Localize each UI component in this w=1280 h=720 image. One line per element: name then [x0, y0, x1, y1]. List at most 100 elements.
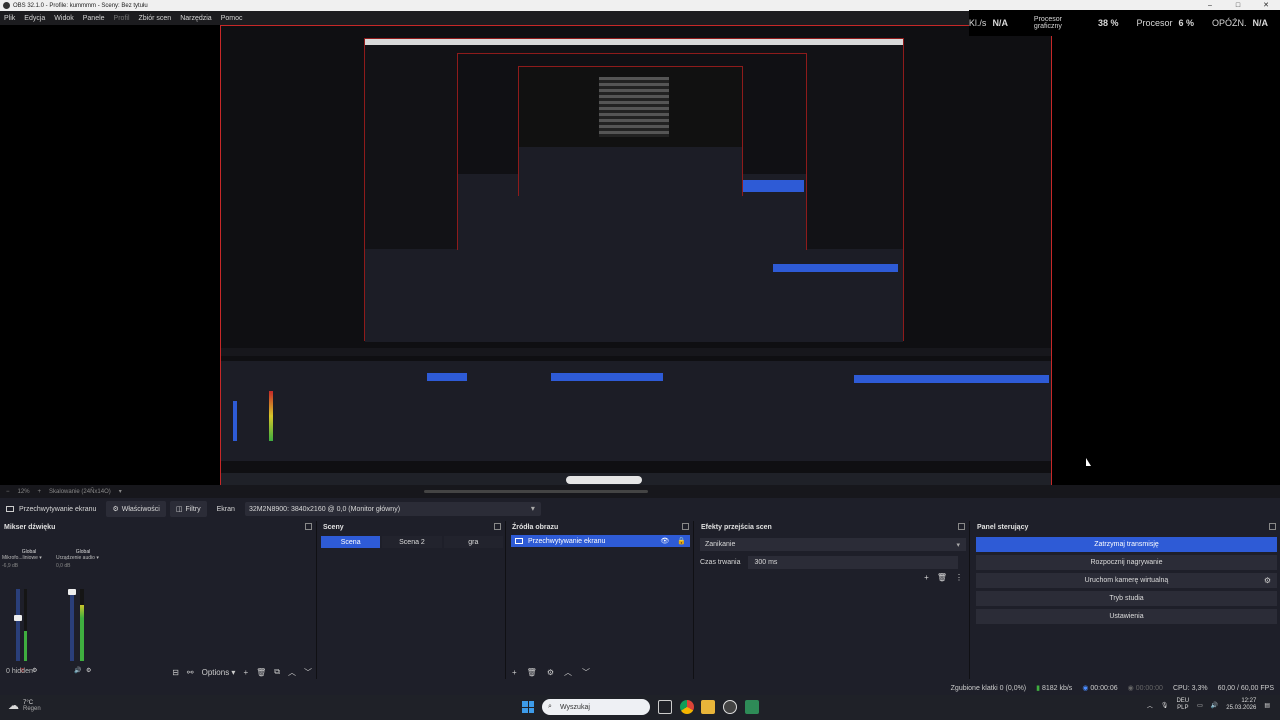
scene-item[interactable]: gra	[443, 536, 503, 548]
search-icon: ⌕	[548, 703, 552, 710]
arrow-down-icon[interactable]: ﹀	[304, 667, 312, 678]
scene-item[interactable]: Scena 2	[382, 536, 442, 548]
preview-scrollbar[interactable]	[424, 490, 648, 493]
arrow-down-icon[interactable]: ﹀	[582, 667, 590, 678]
undock-icon[interactable]	[305, 523, 312, 530]
menu-scene-collection[interactable]: Zbiór scen	[139, 15, 172, 22]
preview-area[interactable]	[0, 25, 1280, 487]
copy-icon[interactable]: ⧉	[274, 667, 280, 677]
add-icon[interactable]: +	[512, 668, 517, 677]
channel-name[interactable]: Urządzenie audio ▾	[56, 555, 110, 561]
transitions-dock: Efekty przejścia scen Zanikanie Czas trw…	[697, 521, 970, 679]
network-icon[interactable]: ▭	[1197, 702, 1203, 709]
record-icon: ◉	[1127, 685, 1134, 692]
settings-button[interactable]: Ustawienia	[976, 609, 1277, 624]
undock-icon[interactable]	[958, 523, 965, 530]
obs-taskbar-icon[interactable]	[723, 700, 737, 714]
clock[interactable]: 12:27 25.03.2026	[1226, 698, 1256, 712]
studio-mode-button[interactable]: Tryb studia	[976, 591, 1277, 606]
slider-knob[interactable]	[14, 615, 22, 621]
app-icon[interactable]	[745, 700, 759, 714]
monitor-select[interactable]: 32M2N8900: 3840x2160 @ 0,0 (Monitor głów…	[244, 502, 541, 516]
source-item[interactable]: Przechwytywanie ekranu 👁 🔒	[511, 535, 690, 547]
filters-button[interactable]: ◫ Filtry	[169, 501, 207, 517]
scene-grid: Scena Scena 2 gra	[319, 535, 505, 549]
gear-icon[interactable]: ⚙	[1264, 576, 1271, 585]
layout-icon[interactable]: ⊟	[172, 668, 179, 677]
options-menu[interactable]: Options ▾	[202, 668, 236, 677]
chrome-icon[interactable]	[680, 700, 694, 714]
zoom-out-icon[interactable]: −	[6, 489, 10, 495]
channel-name[interactable]: Mikrofo...liniowe ▾	[2, 555, 56, 561]
undock-icon[interactable]	[494, 523, 501, 530]
cpu-usage: CPU: 3,3%	[1172, 684, 1208, 692]
scaling-dropdown-icon[interactable]: ▾	[119, 488, 122, 495]
stats-overlay: Kl./s N/A Procesor graficzny 38 % Proces…	[968, 10, 1280, 36]
menu-view[interactable]: Widok	[54, 15, 73, 22]
taskbar-search[interactable]: ⌕ Wyszukaj	[542, 699, 650, 715]
dock-title: Źródła obrazu	[508, 521, 693, 533]
monitor-icon	[6, 506, 14, 512]
gear-icon: ⚙	[112, 506, 119, 513]
dropped-frames: Zgubione klatki 0 (0,0%)	[950, 684, 1027, 692]
slider-knob[interactable]	[68, 589, 76, 595]
task-view-icon[interactable]	[658, 700, 672, 714]
virtual-camera-button[interactable]: Uruchom kamerę wirtualną ⚙	[976, 573, 1277, 588]
gear-icon[interactable]: ⚙	[547, 668, 554, 677]
nested-preview-bar	[221, 348, 1051, 356]
trash-icon[interactable]: 🗑	[937, 573, 947, 582]
stop-stream-button[interactable]: Zatrzymaj transmisję	[976, 537, 1277, 552]
zoom-in-icon[interactable]: +	[38, 489, 42, 495]
properties-button[interactable]: ⚙ Właściwości	[106, 501, 166, 517]
menu-help[interactable]: Pomoc	[221, 15, 243, 22]
duration-input[interactable]: 300 ms	[748, 556, 959, 569]
preview-zoom-bar: − 12% + Skalowanie (24Ñx14O) ▾	[0, 485, 1280, 498]
menu-docks[interactable]: Panele	[83, 15, 105, 22]
record-time: ◉ 00:00:00	[1127, 685, 1163, 692]
scene-item[interactable]: Scena	[321, 536, 381, 548]
delay-stat: OPÓŹN. N/A	[1211, 18, 1268, 28]
signal-icon: ▮	[1036, 685, 1040, 692]
cloud-icon: ☁	[8, 700, 19, 712]
lock-icon[interactable]: 🔒	[677, 537, 686, 545]
trash-icon[interactable]: 🗑	[256, 668, 266, 677]
undock-icon[interactable]	[1269, 523, 1276, 530]
duration-row: Czas trwania 300 ms	[700, 556, 966, 569]
menu-tools[interactable]: Narzędzia	[180, 15, 212, 22]
monitor-icon	[515, 538, 523, 544]
menu-file[interactable]: Plik	[4, 15, 15, 22]
mic-icon[interactable]: 🎙	[1161, 702, 1169, 709]
screen-label: Ekran	[216, 505, 235, 513]
folder-icon[interactable]	[701, 700, 715, 714]
weather-widget[interactable]: ☁ 7°C Regen	[8, 699, 41, 713]
start-recording-button[interactable]: Rozpocznij nagrywanie	[976, 555, 1277, 570]
windows-start-icon[interactable]	[522, 701, 534, 713]
undock-icon[interactable]	[682, 523, 689, 530]
more-icon[interactable]: ⋮	[955, 573, 963, 582]
windows-taskbar: ☁ 7°C Regen ⌕ Wyszukaj ︿ 🎙 DEU PLP ▭ 🔊 1…	[0, 695, 1280, 720]
fps-stat: Kl./s N/A	[968, 18, 1008, 28]
controls-dock: Panel sterujący Zatrzymaj transmisję Roz…	[973, 521, 1280, 679]
dock-title: Mikser dźwięku	[0, 521, 316, 533]
preview-canvas[interactable]	[220, 25, 1052, 487]
add-icon[interactable]: +	[924, 573, 929, 582]
dock-title: Efekty przejścia scen	[697, 521, 969, 533]
arrow-up-icon[interactable]: ︿	[564, 667, 572, 678]
link-icon[interactable]: ⚯	[187, 668, 194, 677]
eye-icon[interactable]: 👁	[660, 537, 669, 545]
menu-profile[interactable]: Profil	[114, 15, 130, 22]
transition-select[interactable]: Zanikanie	[700, 538, 966, 551]
volume-slider[interactable]	[14, 589, 22, 661]
notification-icon[interactable]: ▤	[1264, 702, 1270, 709]
add-icon[interactable]: +	[243, 668, 248, 677]
arrow-up-icon[interactable]: ︿	[288, 667, 296, 678]
volume-icon[interactable]: 🔊	[1211, 702, 1218, 709]
volume-slider[interactable]	[68, 589, 76, 661]
chevron-up-icon[interactable]: ︿	[1147, 701, 1153, 710]
window-title: OBS 32.1.0 - Profile: kummmm - Sceny: Be…	[13, 2, 148, 9]
trash-icon[interactable]: 🗑	[527, 668, 537, 677]
sources-dock: Źródła obrazu Przechwytywanie ekranu 👁 🔒…	[508, 521, 694, 679]
menu-edit[interactable]: Edycja	[24, 15, 45, 22]
bitrate: ▮ 8182 kb/s	[1036, 685, 1073, 692]
language-indicator[interactable]: DEU PLP	[1176, 698, 1189, 712]
